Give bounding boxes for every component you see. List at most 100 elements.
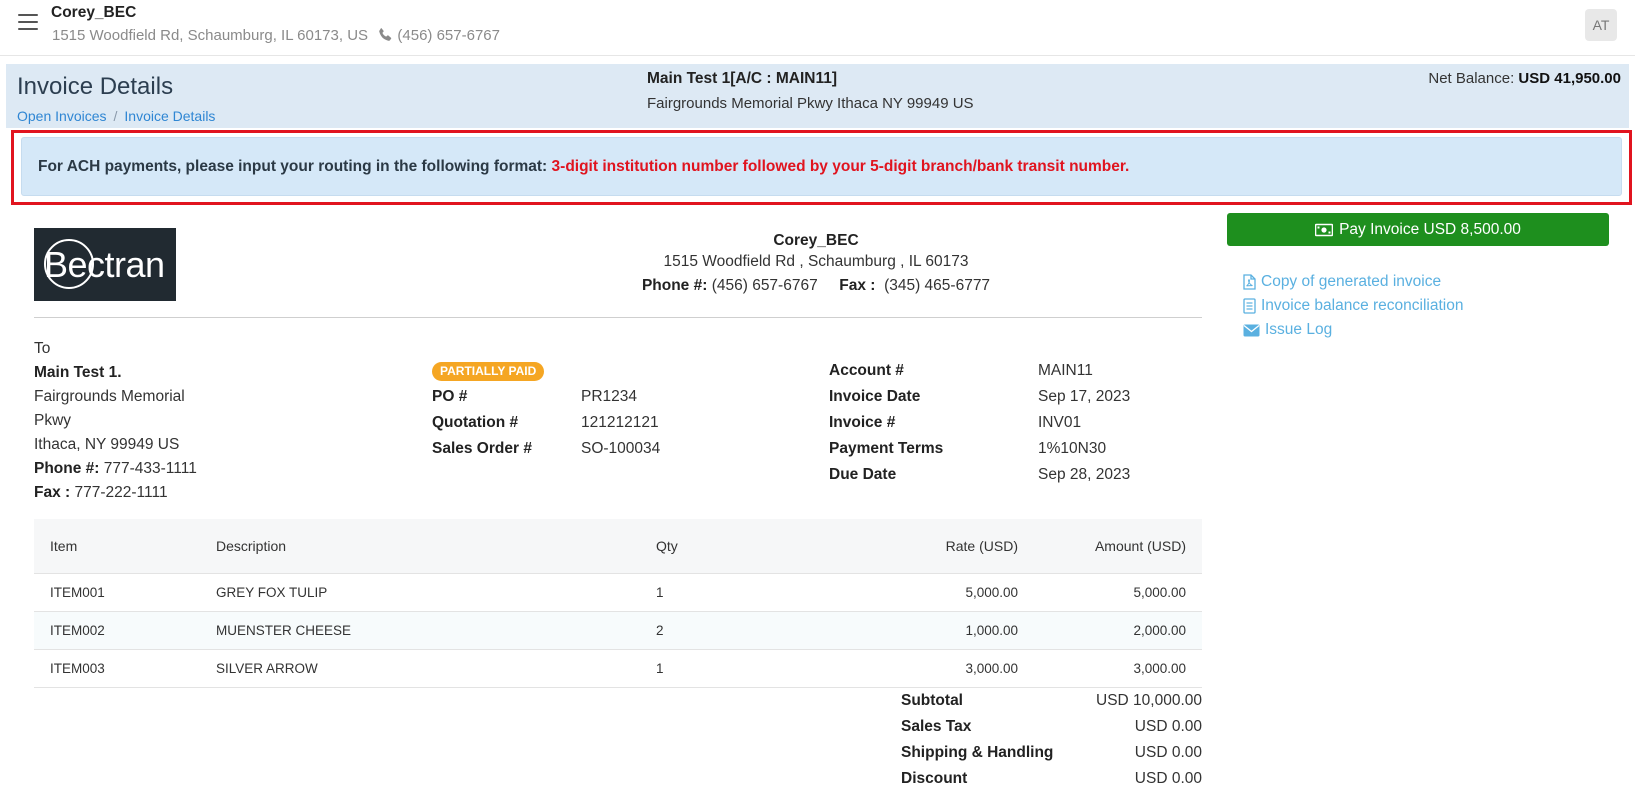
due-date-label: Due Date xyxy=(829,466,897,483)
sender-contacts: Phone #: (456) 657-6767 Fax : (345) 465-… xyxy=(560,274,1072,298)
shipping-row: Shipping & Handling USD 0.00 xyxy=(901,740,1202,766)
cell-rate: 3,000.00 xyxy=(965,660,1018,676)
cell-amount: 2,000.00 xyxy=(1133,622,1186,638)
order-info-values: PR1234 121212121 SO-100034 xyxy=(581,384,660,462)
cell-amount: 5,000.00 xyxy=(1133,584,1186,600)
po-label: PO # xyxy=(432,388,468,405)
payment-terms-label: Payment Terms xyxy=(829,440,944,457)
bill-to-address-line2: Pkwy xyxy=(34,412,72,429)
issue-log-link[interactable]: Issue Log xyxy=(1243,318,1463,342)
copy-generated-invoice-link[interactable]: Copy of generated invoice xyxy=(1243,270,1463,294)
invoice-header: Invoice Details Open Invoices / Invoice De… xyxy=(6,64,1629,128)
table-row: ITEM001 GREY FOX TULIP 1 5,000.00 5,000.… xyxy=(34,573,1202,611)
bill-to-phone-label: Phone #: xyxy=(34,460,100,477)
money-bill-icon xyxy=(1314,223,1334,237)
sales-tax-label: Sales Tax xyxy=(901,718,972,735)
cell-item: ITEM003 xyxy=(50,660,105,676)
pdf-file-icon xyxy=(1243,274,1256,290)
bill-to: To Main Test 1. Fairgrounds Memorial Pkw… xyxy=(34,337,234,505)
order-info-labels: PO # Quotation # Sales Order # xyxy=(432,384,532,462)
cell-description: MUENSTER CHEESE xyxy=(216,622,352,638)
subtotal-label: Subtotal xyxy=(901,692,963,709)
quotation-value: 121212121 xyxy=(581,414,659,431)
column-header-qty: Qty xyxy=(656,537,678,554)
sender-phone: (456) 657-6767 xyxy=(711,277,818,294)
cell-qty: 1 xyxy=(656,660,664,676)
table-row: ITEM003 SILVER ARROW 1 3,000.00 3,000.00 xyxy=(34,649,1202,687)
invoice-balance-reconciliation-link[interactable]: Invoice balance reconciliation xyxy=(1243,294,1463,318)
breadcrumb: Open Invoices / Invoice Details xyxy=(17,108,215,124)
payment-terms-value: 1%10N30 xyxy=(1038,440,1107,457)
invoice-totals: Subtotal USD 10,000.00 Sales Tax USD 0.0… xyxy=(901,688,1202,792)
net-balance-value: USD 41,950.00 xyxy=(1518,70,1621,87)
discount-value: USD 0.00 xyxy=(1134,770,1202,787)
column-header-amount: Amount (USD) xyxy=(1094,537,1186,554)
bill-to-name: Main Test 1. xyxy=(34,364,122,381)
cell-item: ITEM002 xyxy=(50,622,105,638)
envelope-icon xyxy=(1243,324,1260,336)
breadcrumb-open-invoices[interactable]: Open Invoices xyxy=(17,108,107,124)
bill-to-address-line1: Fairgrounds Memorial xyxy=(34,388,185,405)
ach-notice: For ACH payments, please input your rout… xyxy=(21,137,1622,196)
breadcrumb-separator: / xyxy=(113,108,118,124)
sales-order-label: Sales Order # xyxy=(432,440,532,457)
sender-fax: (345) 465-6777 xyxy=(884,277,991,294)
hamburger-menu-icon[interactable] xyxy=(18,14,38,32)
bill-to-fax: 777-222-1111 xyxy=(74,484,168,501)
company-address: 1515 Woodfield Rd, Schaumburg, IL 60173,… xyxy=(52,27,369,44)
breadcrumb-invoice-details[interactable]: Invoice Details xyxy=(124,108,215,124)
invoice-items-table: Item Description Qty Rate (USD) Amount (… xyxy=(34,519,1202,688)
bill-to-fax-label: Fax : xyxy=(34,484,71,501)
company-name: Corey_BEC xyxy=(51,4,137,21)
issue-log-label: Issue Log xyxy=(1265,321,1333,338)
cell-amount: 3,000.00 xyxy=(1133,660,1186,676)
net-balance-label: Net Balance: xyxy=(1428,70,1515,87)
phone-icon xyxy=(379,28,392,41)
sender-name: Corey_BEC xyxy=(773,232,859,249)
cell-rate: 1,000.00 xyxy=(965,622,1018,638)
top-bar: Corey_BEC 1515 Woodfield Rd, Schaumburg,… xyxy=(0,0,1635,56)
invoice-action-links: Copy of generated invoice Invoice balanc… xyxy=(1243,270,1463,342)
sender-fax-label: Fax : xyxy=(839,277,876,294)
po-value: PR1234 xyxy=(581,388,638,405)
quotation-label: Quotation # xyxy=(432,414,519,431)
copy-generated-invoice-label: Copy of generated invoice xyxy=(1261,273,1442,290)
document-icon xyxy=(1243,298,1256,314)
invoice-date-value: Sep 17, 2023 xyxy=(1038,388,1131,405)
company-address-line: 1515 Woodfield Rd, Schaumburg, IL 60173,… xyxy=(52,27,500,44)
ach-notice-prefix: For ACH payments, please input your rout… xyxy=(38,158,552,175)
bill-to-address-line3: Ithaca, NY 99949 US xyxy=(34,436,180,453)
user-avatar[interactable]: AT xyxy=(1585,9,1617,41)
invoice-number-value: INV01 xyxy=(1038,414,1082,431)
cell-rate: 5,000.00 xyxy=(965,584,1018,600)
pay-invoice-button[interactable]: Pay Invoice USD 8,500.00 xyxy=(1227,213,1609,246)
divider xyxy=(34,317,1202,318)
cell-qty: 2 xyxy=(656,622,664,638)
sales-tax-row: Sales Tax USD 0.00 xyxy=(901,714,1202,740)
subtotal-value: USD 10,000.00 xyxy=(1096,692,1202,709)
invoice-balance-reconciliation-label: Invoice balance reconciliation xyxy=(1261,297,1464,314)
net-balance: Net Balance: USD 41,950.00 xyxy=(1428,70,1621,87)
sales-tax-value: USD 0.00 xyxy=(1134,718,1202,735)
bill-to-label: To xyxy=(34,340,51,357)
invoice-date-label: Invoice Date xyxy=(829,388,921,405)
due-date-value: Sep 28, 2023 xyxy=(1038,466,1131,483)
sales-order-value: SO-100034 xyxy=(581,440,661,457)
sender-phone-label: Phone #: xyxy=(641,277,708,294)
logo-text: Bectran xyxy=(44,244,165,285)
column-header-rate: Rate (USD) xyxy=(945,537,1018,554)
company-phone: (456) 657-6767 xyxy=(397,27,500,44)
status-badge: PARTIALLY PAID xyxy=(432,362,545,381)
ach-notice-highlight: For ACH payments, please input your rout… xyxy=(11,130,1632,205)
column-header-item: Item xyxy=(50,537,78,554)
invoice-info-labels: Account # Invoice Date Invoice # Payment… xyxy=(829,358,943,488)
cell-description: GREY FOX TULIP xyxy=(216,584,328,600)
invoice-info-values: MAIN11 Sep 17, 2023 INV01 1%10N30 Sep 28… xyxy=(1038,358,1130,488)
shipping-label: Shipping & Handling xyxy=(901,744,1054,761)
bill-to-phone: 777-433-1111 xyxy=(103,460,197,477)
pay-invoice-label: Pay Invoice USD 8,500.00 xyxy=(1339,221,1521,238)
company-logo: Bectran xyxy=(34,228,176,301)
account-number-value: MAIN11 xyxy=(1038,362,1093,379)
account-name: Main Test 1[A/C : MAIN11] xyxy=(647,70,838,87)
cell-qty: 1 xyxy=(656,584,664,600)
